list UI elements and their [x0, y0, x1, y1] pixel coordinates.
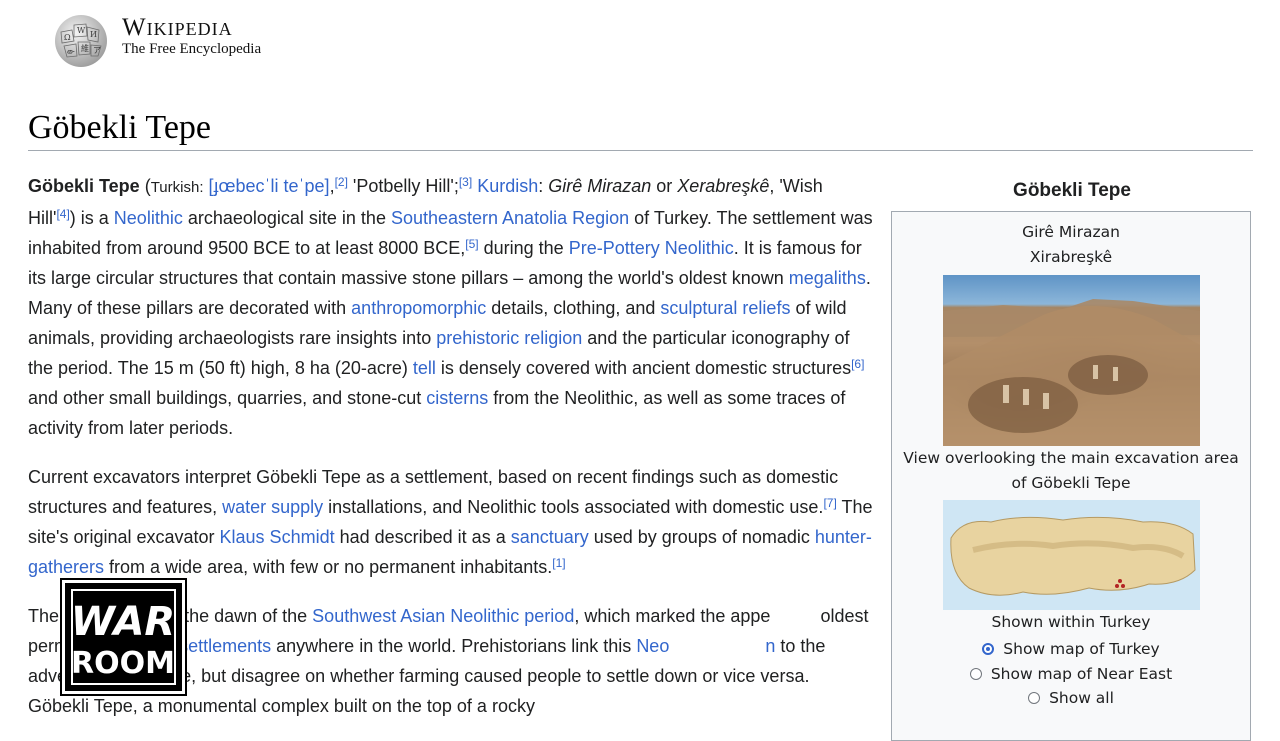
watermark-line-1: WAR	[71, 599, 175, 645]
ref-2[interactable]: [2]	[335, 175, 348, 189]
infobox-caption: Göbekli Tepe	[1013, 180, 1131, 201]
radio-show-all[interactable]: Show all	[892, 689, 1250, 707]
link-megaliths[interactable]: megaliths	[789, 268, 866, 288]
ref-7[interactable]: [7]	[823, 496, 836, 510]
title-divider	[28, 150, 1253, 151]
alt-name-2: Xirabreşkê	[1029, 248, 1113, 266]
text: during the	[478, 238, 569, 258]
link-tell[interactable]: tell	[413, 358, 436, 378]
text: had described it as a	[334, 527, 511, 547]
lang-label-turkish: Turkish:	[150, 179, 204, 196]
text: ) is a	[69, 208, 114, 228]
watermark-line-2: ROOM	[71, 646, 175, 681]
wikipedia-globe-logo[interactable]: Ω W И ው 維 ア	[52, 12, 110, 70]
text: archaeological site in the	[182, 208, 391, 228]
svg-text:W: W	[77, 26, 86, 35]
kurdish-name-1: Girê Mirazan	[548, 176, 652, 196]
link-prehistoric-religion[interactable]: prehistoric religion	[436, 328, 582, 348]
text: The	[28, 606, 65, 626]
link-sculptural-reliefs[interactable]: sculptural reliefs	[660, 298, 790, 318]
ref-4[interactable]: [4]	[56, 207, 69, 221]
paragraph-1: Göbekli Tepe (Turkish: [ɟœbecˈli teˈpe],…	[28, 171, 874, 443]
text: and other small buildings, quarries, and…	[28, 388, 427, 408]
link-cisterns[interactable]: cisterns	[426, 388, 488, 408]
radio-show-near-east[interactable]: Show map of Near East	[892, 665, 1250, 683]
map-caption: Shown within Turkey	[991, 613, 1151, 631]
text: , which marked the appe	[574, 606, 771, 626]
turkey-locator-map[interactable]	[943, 500, 1200, 610]
text: (	[139, 176, 151, 196]
war-room-watermark-logo: WAR ROOM	[60, 578, 187, 696]
radio-button[interactable]	[969, 668, 982, 680]
text: 'Potbelly Hill';	[347, 176, 459, 196]
link-southwest-asian-neolithic[interactable]: Southwest Asian Neolithic period	[312, 606, 574, 626]
text: installations, and Neolithic tools assoc…	[323, 497, 824, 517]
photo-caption: View overlooking the main excavation are…	[903, 449, 1239, 492]
svg-text:ア: ア	[93, 46, 101, 55]
link-pre-pottery-neolithic[interactable]: Pre-Pottery Neolithic	[569, 238, 734, 258]
text: is densely covered with ancient domestic…	[435, 358, 852, 378]
infobox: Girê Mirazan Xirabreşkê View overlooking…	[891, 211, 1251, 741]
radio-label[interactable]: Show map of Turkey	[1003, 640, 1159, 658]
ipa-link[interactable]: [ɟœbecˈli teˈpe]	[209, 176, 330, 196]
radio-button[interactable]	[1028, 692, 1041, 704]
svg-text:И: И	[90, 30, 97, 39]
text: :	[538, 176, 549, 196]
page-title: Göbekli Tepe	[28, 109, 211, 146]
text: details, clothing, and	[486, 298, 661, 318]
link-kurdish[interactable]: Kurdish	[477, 176, 538, 196]
radio-show-turkey[interactable]: Show map of Turkey	[892, 640, 1250, 658]
wikipedia-wordmark[interactable]: Wikipedia The Free Encyclopedia	[122, 14, 261, 58]
radio-label[interactable]: Show map of Near East	[991, 665, 1172, 683]
link-klaus-schmidt[interactable]: Klaus Schmidt	[220, 527, 335, 547]
kurdish-name-2: Xerabreşkê	[677, 176, 770, 196]
link-neolithic-revolution[interactable]: Neo	[636, 636, 669, 656]
link-water-supply[interactable]: water supply	[222, 497, 323, 517]
wordmark-tagline: The Free Encyclopedia	[122, 41, 262, 57]
svg-text:維: 維	[81, 43, 89, 53]
alt-name-1: Girê Mirazan	[1022, 223, 1120, 241]
link-southeastern-anatolia[interactable]: Southeastern Anatolia Region	[391, 208, 629, 228]
ref-3[interactable]: [3]	[459, 175, 472, 189]
svg-text:ው: ው	[67, 47, 75, 56]
subject-bold: Göbekli Tepe	[28, 176, 140, 196]
text: or	[651, 176, 678, 196]
radio-label[interactable]: Show all	[1049, 689, 1114, 707]
link-sanctuary[interactable]: sanctuary	[511, 527, 589, 547]
link-neolithic[interactable]: Neolithic	[114, 208, 183, 228]
text: anywhere in the world. Prehistorians lin…	[271, 636, 637, 656]
ref-5[interactable]: [5]	[465, 237, 478, 251]
location-marker-icon	[1115, 579, 1125, 588]
wordmark-title: Wikipedia	[122, 14, 233, 41]
paragraph-2: Current excavators interpret Göbekli Tep…	[28, 462, 874, 582]
radio-button-checked[interactable]	[982, 643, 995, 655]
ref-1[interactable]: [1]	[552, 556, 565, 570]
excavation-photo[interactable]	[943, 275, 1200, 446]
link-anthropomorphic[interactable]: anthropomorphic	[351, 298, 486, 318]
ref-6[interactable]: [6]	[851, 357, 864, 371]
text: used by groups of nomadic	[588, 527, 815, 547]
link-neolithic-revolution-tail[interactable]: n	[765, 636, 775, 656]
svg-text:Ω: Ω	[64, 33, 71, 42]
text: from a wide area, with few or no permane…	[104, 557, 553, 577]
